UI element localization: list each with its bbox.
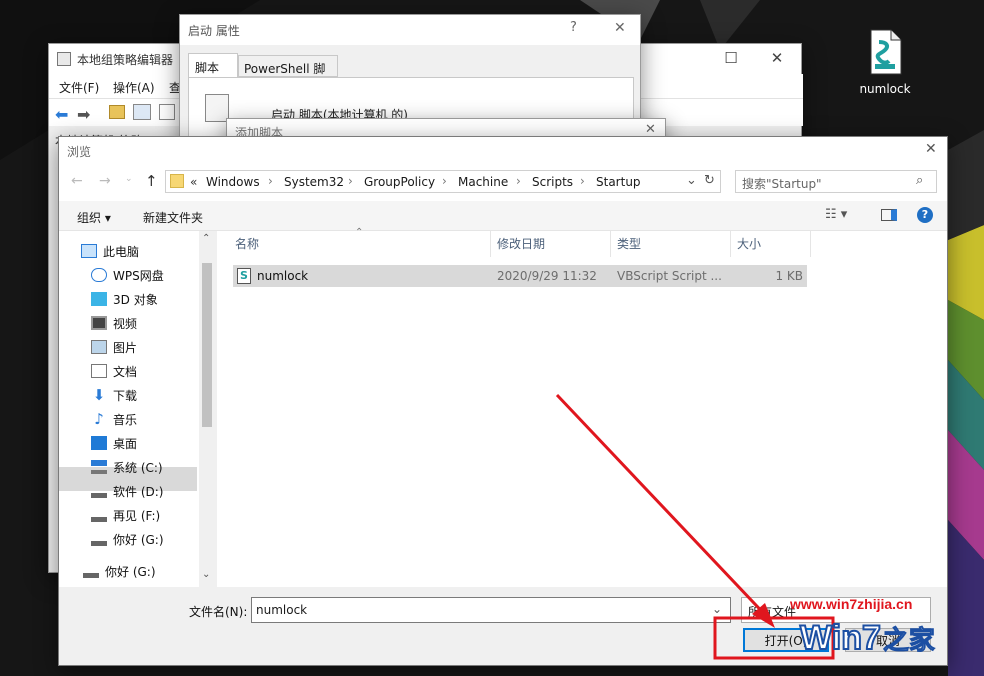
watermark-url: www.win7zhijia.cn: [790, 596, 913, 612]
watermark-logo-tail: 之家: [882, 625, 935, 656]
watermark-logo: Win7 之家: [799, 614, 935, 662]
annotation-arrow-line: [555, 393, 772, 622]
watermark-logo-text: Win7: [799, 618, 882, 658]
annotation-overlay: [555, 393, 835, 660]
